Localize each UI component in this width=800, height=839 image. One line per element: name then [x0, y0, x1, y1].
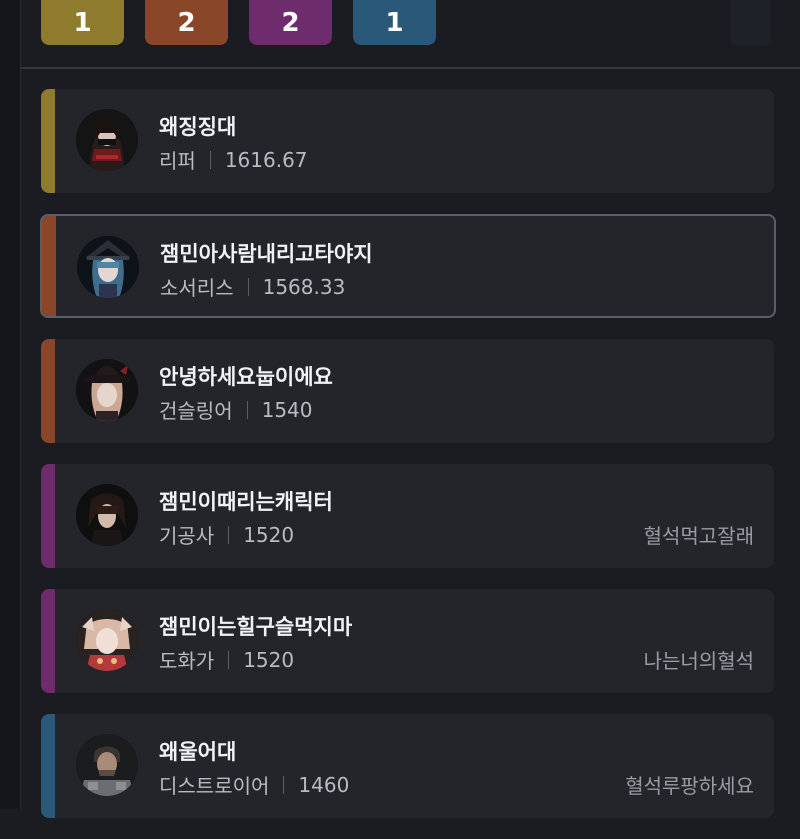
character-name: 잼민이는힐구슬먹지마 [159, 615, 353, 639]
meta-separator [247, 277, 249, 296]
class-accent-bar [41, 339, 55, 443]
character-avatar [76, 484, 138, 546]
class-accent-bar [41, 89, 55, 193]
class-count-chip: 2 [249, 0, 332, 45]
character-name: 왜울어대 [159, 740, 237, 764]
meta-separator [283, 775, 285, 794]
class-count-chip: 1 [353, 0, 436, 45]
item-level: 1568.33 [262, 274, 346, 299]
class-count-row: 1 2 2 1 [41, 0, 436, 46]
character-avatar [76, 359, 138, 421]
character-name: 왜징징대 [159, 115, 237, 139]
character-class: 소서리스 [160, 276, 234, 300]
class-accent-bar [42, 216, 56, 316]
character-meta: 리퍼 1616.67 [159, 145, 308, 174]
character-meta: 건슬링어 1540 [159, 395, 313, 424]
meta-separator [228, 650, 230, 669]
item-level: 1460 [298, 772, 350, 797]
class-accent-bar [41, 589, 55, 693]
top-right-button[interactable] [730, 0, 770, 46]
divider [20, 67, 800, 69]
member-list: 왜징징대 리퍼 1616.67 잼민아사람내리고타야지 소서리스 1568.33… [40, 89, 776, 839]
character-name: 잼민이때리는캐릭터 [159, 490, 333, 514]
member-card[interactable]: 안녕하세요눕이에요 건슬링어 1540 [41, 339, 774, 443]
member-card[interactable]: 잼민아사람내리고타야지 소서리스 1568.33 [40, 214, 776, 318]
character-name: 잼민아사람내리고타야지 [160, 242, 373, 266]
item-level: 1520 [243, 647, 295, 672]
class-count-chip: 2 [145, 0, 228, 45]
character-class: 디스트로이어 [159, 774, 270, 798]
item-level: 1520 [243, 522, 295, 547]
character-class: 리퍼 [159, 149, 196, 173]
guild-name: 나는너의혈석 [643, 649, 754, 673]
left-strip [0, 0, 20, 809]
member-card[interactable]: 잼민이때리는캐릭터 기공사 1520 혈석먹고잘래 [41, 464, 774, 568]
character-avatar [77, 236, 139, 298]
member-card[interactable]: 왜징징대 리퍼 1616.67 [41, 89, 774, 193]
member-card[interactable]: 잼민이는힐구슬먹지마 도화가 1520 나는너의혈석 [41, 589, 774, 693]
character-name: 안녕하세요눕이에요 [159, 365, 333, 389]
meta-separator [228, 525, 230, 544]
item-level: 1616.67 [224, 147, 308, 172]
class-accent-bar [41, 464, 55, 568]
guild-name: 혈석루팡하세요 [625, 774, 754, 798]
character-meta: 도화가 1520 [159, 645, 294, 674]
character-class: 기공사 [159, 524, 215, 548]
character-meta: 디스트로이어 1460 [159, 770, 349, 799]
character-meta: 기공사 1520 [159, 520, 294, 549]
character-avatar [76, 109, 138, 171]
guild-name: 혈석먹고잘래 [643, 524, 754, 548]
class-accent-bar [41, 714, 55, 818]
item-level: 1540 [261, 397, 313, 422]
class-count-chip: 1 [41, 0, 124, 45]
character-avatar [76, 609, 138, 671]
character-meta: 소서리스 1568.33 [160, 272, 345, 301]
character-class: 도화가 [159, 649, 215, 673]
meta-separator [246, 400, 248, 419]
member-card[interactable]: 왜울어대 디스트로이어 1460 혈석루팡하세요 [41, 714, 774, 818]
character-class: 건슬링어 [159, 399, 233, 423]
meta-separator [209, 150, 211, 169]
character-avatar [76, 734, 138, 796]
